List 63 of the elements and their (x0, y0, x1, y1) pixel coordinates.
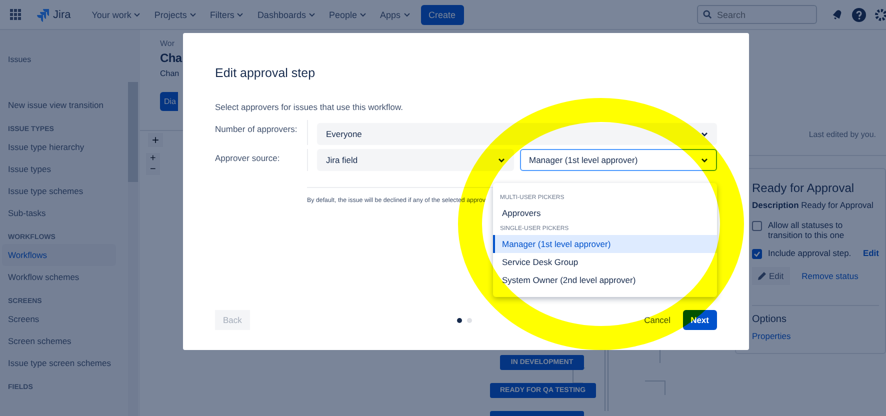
zoom-out-button[interactable]: − (146, 164, 160, 175)
caret-icon (701, 132, 708, 136)
cancel-button[interactable]: Cancel (638, 314, 677, 326)
sidebar-item[interactable]: Screens (2, 308, 116, 330)
logo-icon (36, 8, 50, 22)
caret-icon (237, 12, 244, 16)
scrollbar[interactable] (128, 82, 138, 416)
sidebar-item[interactable]: Screen schemes (2, 330, 116, 352)
remove-status-link[interactable]: Remove status (802, 271, 858, 281)
sidebar-item[interactable]: Issue type screen schemes (2, 352, 116, 374)
app-grid-icon[interactable] (10, 8, 22, 20)
create-button[interactable]: Create (420, 4, 464, 24)
checkbox[interactable] (752, 249, 762, 259)
sidebar-item[interactable]: Workflows (2, 244, 116, 266)
modal-title: Edit approval step (215, 66, 316, 80)
caret-icon (134, 12, 140, 16)
dropdown-option[interactable]: System Owner (2nd level approver) (493, 271, 717, 289)
back-button[interactable]: Back (215, 310, 250, 330)
properties-link[interactable]: Properties (752, 331, 879, 341)
nav-menu[interactable]: Apps (377, 8, 413, 22)
help-icon[interactable] (852, 8, 866, 22)
sidebar-item[interactable]: Issue type hierarchy (2, 136, 116, 158)
dropdown-option[interactable]: Service Desk Group (493, 253, 717, 271)
field-label: Number of approvers: (215, 123, 298, 136)
sidebar-item[interactable]: New issue view transition (2, 94, 116, 116)
scrollbar-thumb[interactable] (128, 82, 138, 182)
nav-menu[interactable]: Your work (88, 8, 144, 22)
checkbox-label: Allow all statuses to transition to this one (768, 220, 846, 240)
caret-icon (404, 12, 410, 16)
breadcrumb[interactable]: Wor (160, 39, 175, 48)
page-title: Cha (160, 51, 182, 65)
status-description: Description Ready for Approval (752, 200, 874, 210)
nav-menu[interactable]: People (326, 8, 369, 22)
notification-icon[interactable] (831, 8, 844, 21)
diagram-button[interactable]: Dia (160, 92, 178, 111)
product-name: Jira (53, 8, 71, 20)
intro-text: Select approvers for issues that use this workflow. (215, 102, 404, 112)
dropdown-option[interactable]: Approvers (493, 204, 717, 222)
zoom-in-button[interactable]: + (146, 153, 160, 164)
status-title: Ready for Approval (752, 181, 856, 195)
checkbox[interactable] (752, 221, 762, 231)
nav-menu[interactable]: Filters (206, 8, 246, 22)
sidebar-item[interactable]: Issue types (2, 158, 116, 180)
sidebar-item[interactable]: Issue type schemes (2, 180, 116, 202)
checkbox-label: Include approval step. (768, 248, 852, 259)
caret-icon (308, 12, 315, 16)
edit-button[interactable]: Edit (752, 267, 790, 285)
caret-icon (190, 12, 196, 16)
caret-icon (360, 12, 366, 16)
page-description: Chan (160, 69, 180, 78)
pencil-icon (758, 272, 766, 280)
add-button[interactable]: + (148, 133, 164, 147)
sidebar-item[interactable]: Workflow schemes (2, 266, 116, 288)
field-label: Approver source: (215, 152, 281, 165)
dropdown-option[interactable]: Manager (1st level approver) (493, 235, 717, 253)
nav-menu[interactable]: Dashboards (254, 8, 318, 22)
nav-menu[interactable]: Projects (151, 8, 199, 22)
settings-icon[interactable] (874, 8, 886, 22)
edit-link[interactable]: Edit (862, 248, 879, 259)
options-heading: Options (752, 305, 879, 325)
search-field[interactable]: Search (697, 5, 817, 24)
sidebar-title: Issues (8, 55, 32, 64)
sidebar-item[interactable]: Sub-tasks (2, 202, 116, 224)
